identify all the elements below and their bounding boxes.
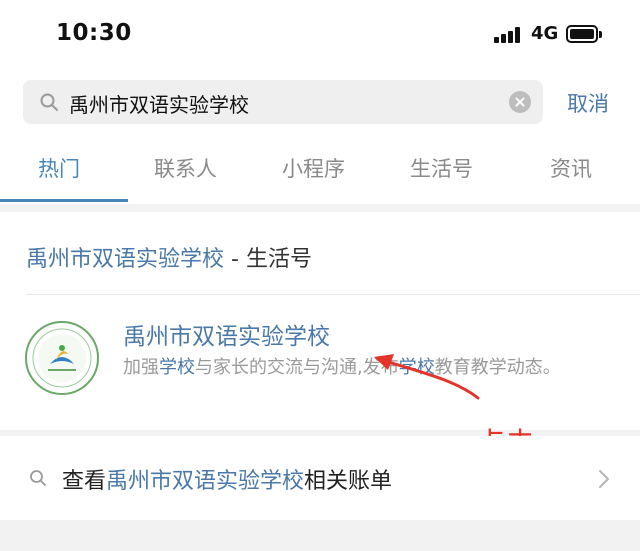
annotation-arrow-icon (374, 354, 480, 400)
section-heading-rest: - 生活号 (224, 247, 312, 272)
section-heading: 禹州市双语实验学校 - 生活号 (26, 241, 312, 273)
bills-highlight: 禹州市双语实验学校 (106, 469, 305, 494)
bills-prefix: 查看 (62, 469, 107, 494)
signal-icon (494, 27, 522, 43)
chevron-right-icon (599, 470, 609, 488)
result-title[interactable]: 禹州市双语实验学校 (123, 317, 330, 351)
search-bar[interactable]: 禹州市双语实验学校 (23, 80, 543, 124)
tab-hot[interactable]: 热门 (38, 153, 80, 183)
tab-contacts[interactable]: 联系人 (154, 153, 217, 183)
desc-part: 加强 (123, 357, 159, 378)
cancel-button[interactable]: 取消 (567, 88, 609, 118)
bills-label[interactable]: 查看禹州市双语实验学校相关账单 (62, 463, 392, 495)
life-account-section: 禹州市双语实验学校 - 生活号 禹州市双语实验学校 加强学校与家长的交流与沟通,… (0, 212, 640, 430)
tab-news[interactable]: 资讯 (550, 153, 592, 183)
tab-mini-programs[interactable]: 小程序 (282, 153, 345, 183)
network-label: 4G (531, 23, 559, 44)
divider (26, 294, 640, 295)
bills-suffix: 相关账单 (304, 469, 393, 494)
clear-icon[interactable] (509, 91, 531, 113)
active-tab-indicator (0, 199, 128, 202)
search-icon (30, 470, 46, 486)
search-input[interactable]: 禹州市双语实验学校 (69, 89, 249, 118)
desc-highlight: 学校 (159, 357, 195, 378)
section-heading-highlight: 禹州市双语实验学校 (26, 247, 225, 272)
result-description: 加强学校与家长的交流与沟通,发布学校教育教学动态。 (123, 354, 563, 381)
battery-icon (566, 25, 602, 43)
bills-row[interactable]: 查看禹州市双语实验学校相关账单 (0, 436, 640, 520)
status-time: 10:30 (56, 20, 132, 46)
tab-life-accounts[interactable]: 生活号 (410, 153, 473, 183)
search-icon (40, 93, 58, 111)
school-logo-icon[interactable] (24, 320, 100, 396)
